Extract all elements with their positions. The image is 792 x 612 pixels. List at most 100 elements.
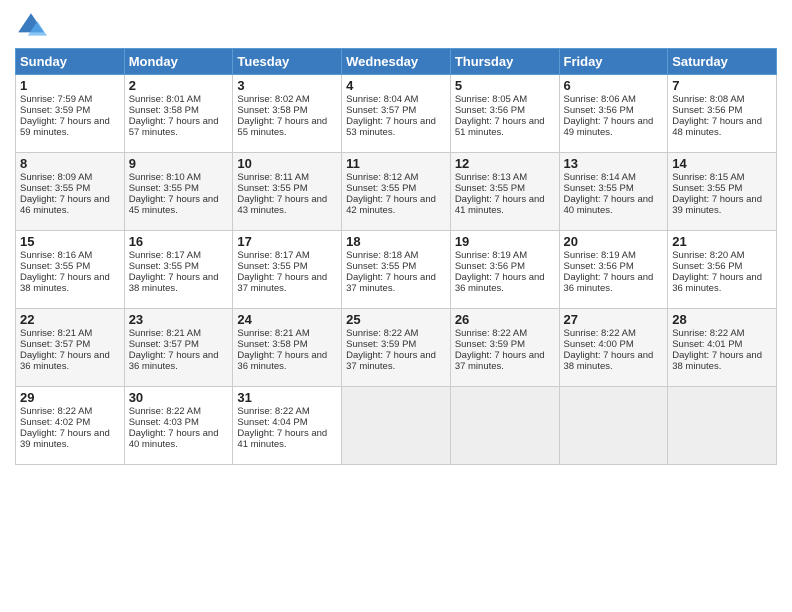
day-number: 29 — [20, 390, 120, 405]
sunset-label: Sunset: 3:56 PM — [672, 261, 742, 272]
daylight-label: Daylight: 7 hours and 49 minutes. — [564, 116, 654, 138]
day-number: 10 — [237, 156, 337, 171]
sunrise-label: Sunrise: 8:21 AM — [20, 328, 92, 339]
sunset-label: Sunset: 3:56 PM — [455, 105, 525, 116]
sunset-label: Sunset: 3:56 PM — [672, 105, 742, 116]
daylight-label: Daylight: 7 hours and 37 minutes. — [237, 272, 327, 294]
sunset-label: Sunset: 3:55 PM — [20, 261, 90, 272]
sunset-label: Sunset: 3:57 PM — [20, 339, 90, 350]
day-number: 21 — [672, 234, 772, 249]
daylight-label: Daylight: 7 hours and 37 minutes. — [346, 272, 436, 294]
sunset-label: Sunset: 3:55 PM — [672, 183, 742, 194]
sunset-label: Sunset: 3:55 PM — [346, 261, 416, 272]
logo — [15, 10, 51, 42]
day-number: 13 — [564, 156, 664, 171]
cell-4-5: 26 Sunrise: 8:22 AM Sunset: 3:59 PM Dayl… — [450, 309, 559, 387]
daylight-label: Daylight: 7 hours and 46 minutes. — [20, 194, 110, 216]
sunrise-label: Sunrise: 7:59 AM — [20, 94, 92, 105]
col-header-tuesday: Tuesday — [233, 49, 342, 75]
week-row-4: 22 Sunrise: 8:21 AM Sunset: 3:57 PM Dayl… — [16, 309, 777, 387]
day-number: 6 — [564, 78, 664, 93]
cell-5-1: 29 Sunrise: 8:22 AM Sunset: 4:02 PM Dayl… — [16, 387, 125, 465]
daylight-label: Daylight: 7 hours and 37 minutes. — [455, 350, 545, 372]
sunrise-label: Sunrise: 8:19 AM — [455, 250, 527, 261]
daylight-label: Daylight: 7 hours and 37 minutes. — [346, 350, 436, 372]
daylight-label: Daylight: 7 hours and 40 minutes. — [129, 428, 219, 450]
cell-4-7: 28 Sunrise: 8:22 AM Sunset: 4:01 PM Dayl… — [668, 309, 777, 387]
sunrise-label: Sunrise: 8:22 AM — [455, 328, 527, 339]
day-number: 28 — [672, 312, 772, 327]
sunset-label: Sunset: 3:56 PM — [564, 261, 634, 272]
day-number: 27 — [564, 312, 664, 327]
cell-3-4: 18 Sunrise: 8:18 AM Sunset: 3:55 PM Dayl… — [342, 231, 451, 309]
cell-1-3: 3 Sunrise: 8:02 AM Sunset: 3:58 PM Dayli… — [233, 75, 342, 153]
sunset-label: Sunset: 4:02 PM — [20, 417, 90, 428]
daylight-label: Daylight: 7 hours and 39 minutes. — [20, 428, 110, 450]
cell-5-3: 31 Sunrise: 8:22 AM Sunset: 4:04 PM Dayl… — [233, 387, 342, 465]
sunset-label: Sunset: 3:59 PM — [455, 339, 525, 350]
cell-4-6: 27 Sunrise: 8:22 AM Sunset: 4:00 PM Dayl… — [559, 309, 668, 387]
daylight-label: Daylight: 7 hours and 38 minutes. — [564, 350, 654, 372]
sunset-label: Sunset: 3:56 PM — [455, 261, 525, 272]
daylight-label: Daylight: 7 hours and 36 minutes. — [129, 350, 219, 372]
daylight-label: Daylight: 7 hours and 36 minutes. — [20, 350, 110, 372]
cell-5-7 — [668, 387, 777, 465]
cell-5-2: 30 Sunrise: 8:22 AM Sunset: 4:03 PM Dayl… — [124, 387, 233, 465]
daylight-label: Daylight: 7 hours and 39 minutes. — [672, 194, 762, 216]
sunset-label: Sunset: 3:55 PM — [564, 183, 634, 194]
cell-1-1: 1 Sunrise: 7:59 AM Sunset: 3:59 PM Dayli… — [16, 75, 125, 153]
col-header-saturday: Saturday — [668, 49, 777, 75]
sunrise-label: Sunrise: 8:18 AM — [346, 250, 418, 261]
sunset-label: Sunset: 3:59 PM — [346, 339, 416, 350]
sunrise-label: Sunrise: 8:04 AM — [346, 94, 418, 105]
daylight-label: Daylight: 7 hours and 59 minutes. — [20, 116, 110, 138]
cell-2-2: 9 Sunrise: 8:10 AM Sunset: 3:55 PM Dayli… — [124, 153, 233, 231]
sunrise-label: Sunrise: 8:09 AM — [20, 172, 92, 183]
day-number: 31 — [237, 390, 337, 405]
cell-4-4: 25 Sunrise: 8:22 AM Sunset: 3:59 PM Dayl… — [342, 309, 451, 387]
sunset-label: Sunset: 3:58 PM — [237, 339, 307, 350]
sunrise-label: Sunrise: 8:19 AM — [564, 250, 636, 261]
cell-3-3: 17 Sunrise: 8:17 AM Sunset: 3:55 PM Dayl… — [233, 231, 342, 309]
daylight-label: Daylight: 7 hours and 42 minutes. — [346, 194, 436, 216]
day-number: 18 — [346, 234, 446, 249]
daylight-label: Daylight: 7 hours and 48 minutes. — [672, 116, 762, 138]
sunrise-label: Sunrise: 8:22 AM — [564, 328, 636, 339]
sunrise-label: Sunrise: 8:05 AM — [455, 94, 527, 105]
day-number: 12 — [455, 156, 555, 171]
daylight-label: Daylight: 7 hours and 43 minutes. — [237, 194, 327, 216]
day-number: 11 — [346, 156, 446, 171]
day-of-week-row: SundayMondayTuesdayWednesdayThursdayFrid… — [16, 49, 777, 75]
sunset-label: Sunset: 3:57 PM — [346, 105, 416, 116]
sunrise-label: Sunrise: 8:02 AM — [237, 94, 309, 105]
sunset-label: Sunset: 3:58 PM — [237, 105, 307, 116]
cell-2-5: 12 Sunrise: 8:13 AM Sunset: 3:55 PM Dayl… — [450, 153, 559, 231]
day-number: 7 — [672, 78, 772, 93]
sunrise-label: Sunrise: 8:17 AM — [129, 250, 201, 261]
sunset-label: Sunset: 3:57 PM — [129, 339, 199, 350]
day-number: 20 — [564, 234, 664, 249]
day-number: 17 — [237, 234, 337, 249]
sunrise-label: Sunrise: 8:22 AM — [346, 328, 418, 339]
sunset-label: Sunset: 3:59 PM — [20, 105, 90, 116]
cell-1-4: 4 Sunrise: 8:04 AM Sunset: 3:57 PM Dayli… — [342, 75, 451, 153]
col-header-sunday: Sunday — [16, 49, 125, 75]
cell-1-2: 2 Sunrise: 8:01 AM Sunset: 3:58 PM Dayli… — [124, 75, 233, 153]
sunrise-label: Sunrise: 8:13 AM — [455, 172, 527, 183]
header — [15, 10, 777, 42]
day-number: 22 — [20, 312, 120, 327]
cell-2-1: 8 Sunrise: 8:09 AM Sunset: 3:55 PM Dayli… — [16, 153, 125, 231]
day-number: 24 — [237, 312, 337, 327]
day-number: 8 — [20, 156, 120, 171]
day-number: 3 — [237, 78, 337, 93]
day-number: 25 — [346, 312, 446, 327]
cell-2-4: 11 Sunrise: 8:12 AM Sunset: 3:55 PM Dayl… — [342, 153, 451, 231]
daylight-label: Daylight: 7 hours and 36 minutes. — [455, 272, 545, 294]
calendar-body: 1 Sunrise: 7:59 AM Sunset: 3:59 PM Dayli… — [16, 75, 777, 465]
day-number: 23 — [129, 312, 229, 327]
daylight-label: Daylight: 7 hours and 38 minutes. — [20, 272, 110, 294]
sunset-label: Sunset: 3:55 PM — [455, 183, 525, 194]
cell-4-1: 22 Sunrise: 8:21 AM Sunset: 3:57 PM Dayl… — [16, 309, 125, 387]
sunrise-label: Sunrise: 8:21 AM — [237, 328, 309, 339]
day-number: 14 — [672, 156, 772, 171]
